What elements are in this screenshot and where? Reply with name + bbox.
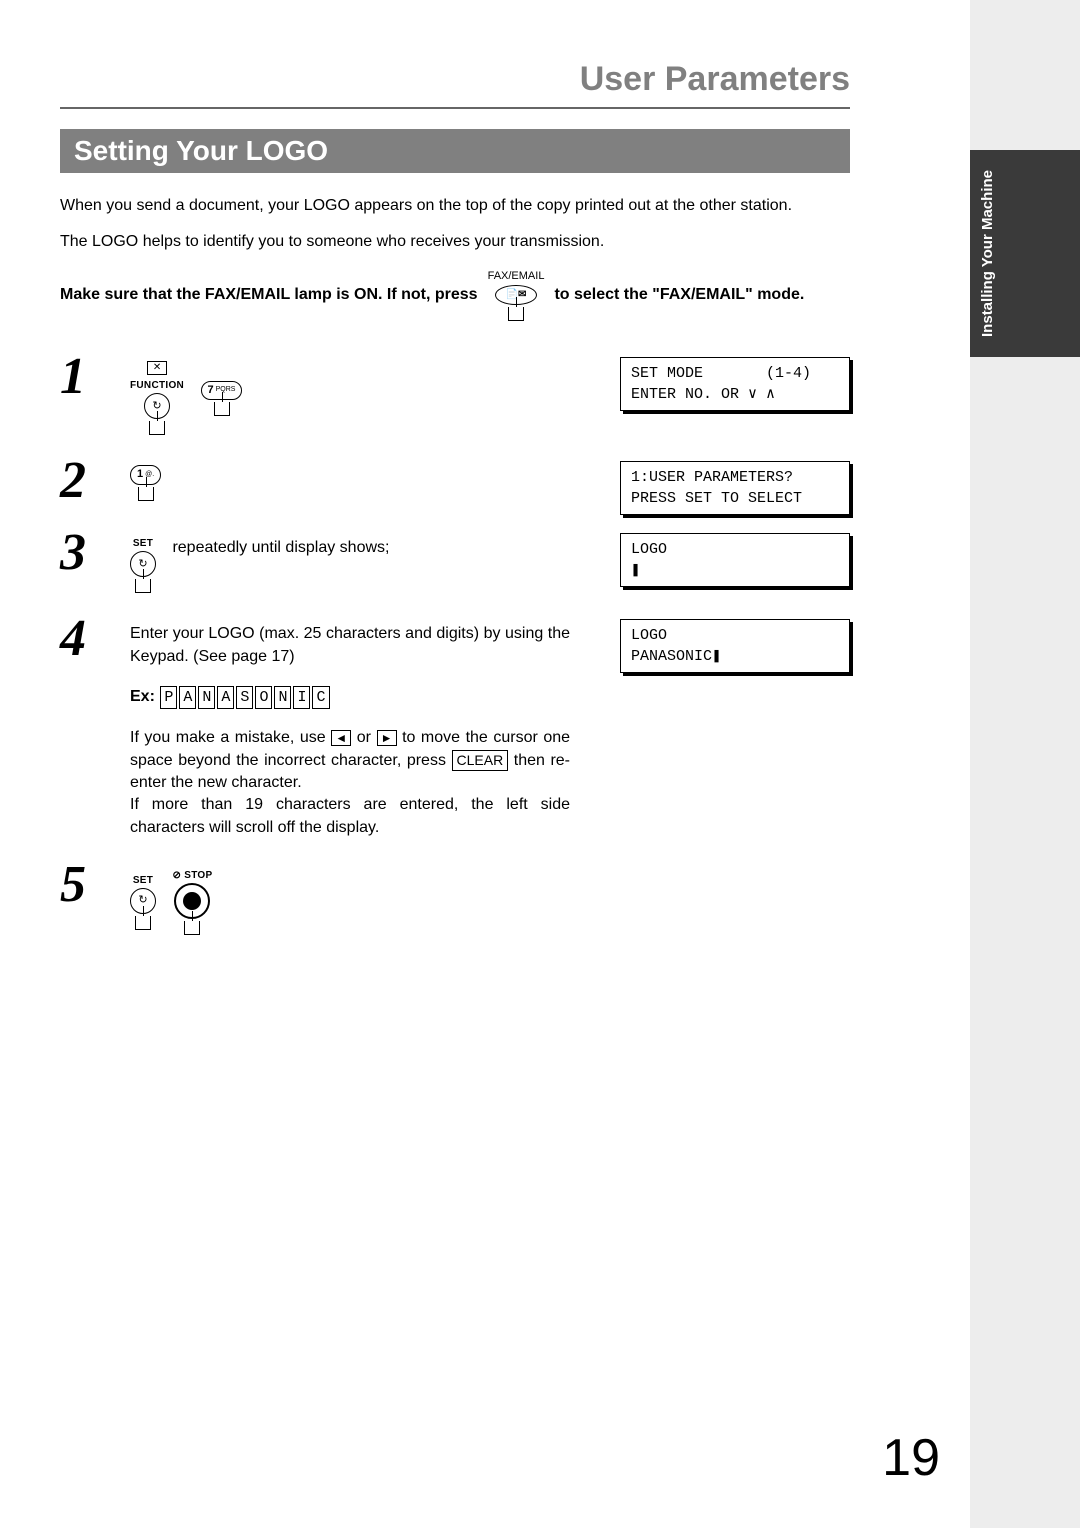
example-char: C bbox=[312, 686, 329, 709]
mode-instruction: Make sure that the FAX/EMAIL lamp is ON.… bbox=[60, 268, 850, 322]
step-number: 4 bbox=[60, 613, 130, 665]
fax-email-button-icon: FAX/EMAIL 📄✉ bbox=[488, 268, 545, 322]
step-4: 4 Enter your LOGO (max. 25 characters an… bbox=[60, 613, 850, 839]
example-char: A bbox=[217, 686, 234, 709]
step-3-text: repeatedly until display shows; bbox=[172, 539, 389, 556]
example-characters: PANASONIC bbox=[159, 688, 330, 705]
example-char: S bbox=[236, 686, 253, 709]
step-number: 1 bbox=[60, 351, 130, 403]
example-char: O bbox=[255, 686, 272, 709]
page-header-title: User Parameters bbox=[60, 60, 850, 109]
mode-suffix: to select the "FAX/EMAIL" mode. bbox=[554, 282, 804, 308]
section-heading: Setting Your LOGO bbox=[60, 129, 850, 173]
keypad-1-icon: 1@. bbox=[130, 465, 161, 500]
step-1: 1 ✕ FUNCTION ↻ 7PQRS SET MODE (1-4) ENTE… bbox=[60, 351, 850, 435]
set-button-icon: SET ↻ bbox=[130, 874, 156, 930]
example-char: N bbox=[198, 686, 215, 709]
lcd-display-2: 1:USER PARAMETERS? PRESS SET TO SELECT bbox=[620, 461, 850, 515]
example-char: I bbox=[293, 686, 310, 709]
sidebar-tab-label: Installing Your Machine bbox=[970, 150, 1006, 357]
example-char: N bbox=[274, 686, 291, 709]
right-arrow-icon: ► bbox=[377, 730, 397, 746]
step-5: 5 SET ↻ ⊘ STOP bbox=[60, 859, 850, 935]
set-button-icon: SET ↻ bbox=[130, 537, 156, 593]
mistake-text-b: or bbox=[357, 729, 377, 746]
left-arrow-icon: ◄ bbox=[331, 730, 351, 746]
example-char: P bbox=[160, 686, 177, 709]
step-4-body: Enter your LOGO (max. 25 characters and … bbox=[130, 623, 570, 668]
function-button-icon: ✕ FUNCTION ↻ bbox=[130, 361, 184, 435]
mistake-text-p2: If more than 19 characters are entered, … bbox=[130, 794, 570, 839]
example-label: Ex: bbox=[130, 688, 155, 705]
step-3: 3 SET ↻ repeatedly until display shows; … bbox=[60, 527, 850, 593]
stop-button-icon: ⊘ STOP bbox=[172, 869, 212, 935]
step-2: 2 1@. 1:USER PARAMETERS? PRESS SET TO SE… bbox=[60, 455, 850, 507]
sidebar-tab: Installing Your Machine bbox=[970, 150, 1080, 357]
keypad-7-icon: 7PQRS bbox=[201, 381, 243, 416]
step-number: 5 bbox=[60, 859, 130, 911]
fax-email-label: FAX/EMAIL bbox=[488, 268, 545, 286]
step-number: 2 bbox=[60, 455, 130, 507]
intro-paragraph-1: When you send a document, your LOGO appe… bbox=[60, 195, 850, 217]
page-number: 19 bbox=[882, 1428, 940, 1488]
lcd-display-3: LOGO ❚ bbox=[620, 533, 850, 587]
lcd-display-1: SET MODE (1-4) ENTER NO. OR ∨ ∧ bbox=[620, 357, 850, 411]
intro-paragraph-2: The LOGO helps to identify you to someon… bbox=[60, 231, 850, 253]
lcd-display-4: LOGO PANASONIC❚ bbox=[620, 619, 850, 673]
step-number: 3 bbox=[60, 527, 130, 579]
clear-button-label: CLEAR bbox=[452, 750, 509, 772]
mode-prefix: Make sure that the FAX/EMAIL lamp is ON.… bbox=[60, 282, 478, 308]
mistake-text-a: If you make a mistake, use bbox=[130, 729, 331, 746]
example-char: A bbox=[179, 686, 196, 709]
